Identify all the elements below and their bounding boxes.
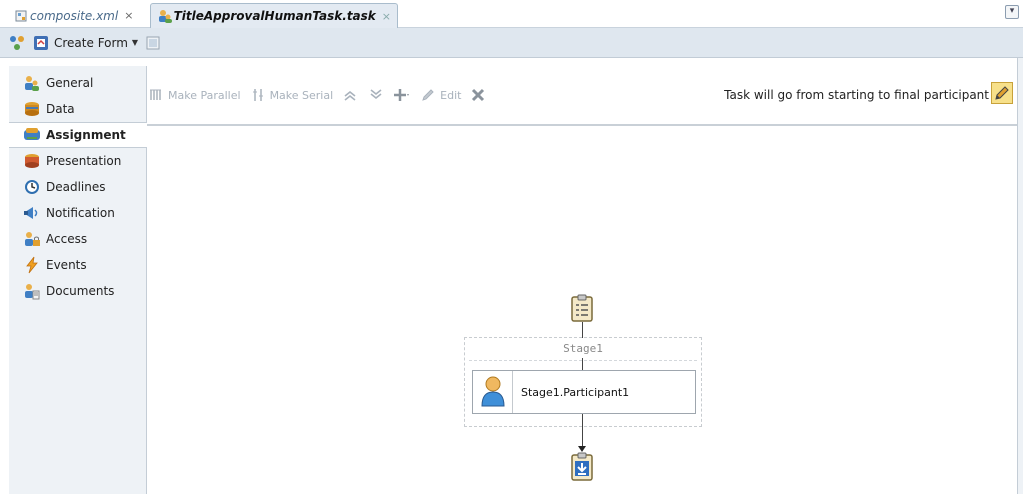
edit-label: Edit — [440, 88, 462, 102]
nav-item-documents[interactable]: Documents — [9, 278, 146, 304]
documents-icon — [23, 282, 41, 300]
task-sections-nav: General Data Assignment Presentation Dea… — [9, 66, 147, 494]
task-end-icon — [570, 452, 594, 485]
delete-x-icon — [469, 86, 487, 104]
avatar — [473, 371, 513, 413]
chevron-down-icon: ▼ — [131, 38, 139, 47]
move-down-button[interactable] — [367, 86, 385, 104]
deadlines-icon — [23, 178, 41, 196]
editor-tab-bar: composite.xml × TitleApprovalHumanTask.t… — [0, 0, 1023, 28]
stage-label: Stage1 — [563, 342, 603, 355]
tab-list-dropdown[interactable]: ▾ — [1005, 5, 1019, 19]
nav-item-general[interactable]: General — [9, 70, 146, 96]
make-serial-label: Make Serial — [269, 88, 334, 102]
edit-button[interactable]: Edit — [419, 86, 461, 104]
participant-node[interactable]: Stage1.Participant1 — [472, 370, 696, 414]
nav-item-label: General — [46, 76, 94, 90]
close-icon[interactable]: × — [382, 10, 391, 23]
add-participant-button[interactable] — [393, 86, 411, 104]
nav-item-label: Data — [46, 102, 75, 116]
serial-icon — [249, 86, 267, 104]
nav-item-label: Documents — [46, 284, 115, 298]
form-toolbar: Create Form ▼ — [0, 28, 1023, 58]
user-icon — [480, 375, 506, 410]
tab-composite-xml[interactable]: composite.xml × — [6, 3, 139, 28]
delete-button[interactable] — [469, 86, 487, 104]
tab-human-task[interactable]: TitleApprovalHumanTask.task × — [150, 3, 398, 28]
make-parallel-button[interactable]: Make Parallel — [147, 86, 241, 104]
close-icon[interactable]: × — [124, 9, 133, 22]
tab-label: TitleApprovalHumanTask.task — [173, 9, 376, 23]
access-icon — [23, 230, 41, 248]
nav-item-notification[interactable]: Notification — [9, 200, 146, 226]
nav-item-label: Assignment — [46, 128, 126, 142]
edit-routing-button[interactable] — [991, 82, 1013, 104]
nav-item-label: Presentation — [46, 154, 122, 168]
start-node[interactable] — [570, 294, 594, 322]
assignment-toolbar: Make Parallel Make Serial Edit Task will… — [147, 66, 1017, 126]
data-icon — [23, 100, 41, 118]
tab-label: composite.xml — [30, 8, 119, 23]
end-node[interactable] — [570, 452, 594, 482]
double-chevron-up-icon — [341, 86, 359, 104]
general-icon — [23, 74, 41, 92]
nav-item-label: Deadlines — [46, 180, 106, 194]
connector-line — [582, 322, 583, 338]
nav-item-label: Events — [46, 258, 87, 272]
nav-item-label: Access — [46, 232, 88, 246]
form-icon — [32, 34, 50, 52]
participant-label: Stage1.Participant1 — [521, 385, 630, 399]
plus-icon — [393, 86, 411, 104]
nav-item-assignment[interactable]: Assignment — [9, 122, 147, 148]
nav-item-deadlines[interactable]: Deadlines — [9, 174, 146, 200]
connector-line — [582, 358, 583, 370]
connector-line — [582, 414, 583, 450]
notification-icon — [23, 204, 41, 222]
pencil-icon — [419, 86, 437, 104]
task-routing-info: Task will go from starting to final part… — [724, 88, 989, 102]
presentation-icon — [23, 152, 41, 170]
assignment-icon — [23, 126, 41, 144]
composite-icon[interactable] — [8, 34, 26, 52]
nav-item-events[interactable]: Events — [9, 252, 146, 278]
double-chevron-down-icon — [367, 86, 385, 104]
make-serial-button[interactable]: Make Serial — [249, 86, 334, 104]
nav-item-presentation[interactable]: Presentation — [9, 148, 146, 174]
stage-divider — [469, 360, 697, 361]
right-panel-edge — [1017, 58, 1023, 494]
create-form-button[interactable]: Create Form ▼ — [32, 34, 138, 52]
nav-item-data[interactable]: Data — [9, 96, 146, 122]
human-task-icon — [157, 7, 174, 25]
events-icon — [23, 256, 41, 274]
composite-file-icon — [12, 7, 30, 25]
parallel-icon — [147, 86, 165, 104]
move-up-button[interactable] — [341, 86, 359, 104]
nav-item-access[interactable]: Access — [9, 226, 146, 252]
create-form-label: Create Form — [54, 35, 128, 50]
pencil-icon — [993, 84, 1011, 102]
preview-icon[interactable] — [144, 34, 162, 52]
nav-item-label: Notification — [46, 206, 115, 220]
make-parallel-label: Make Parallel — [168, 88, 241, 102]
